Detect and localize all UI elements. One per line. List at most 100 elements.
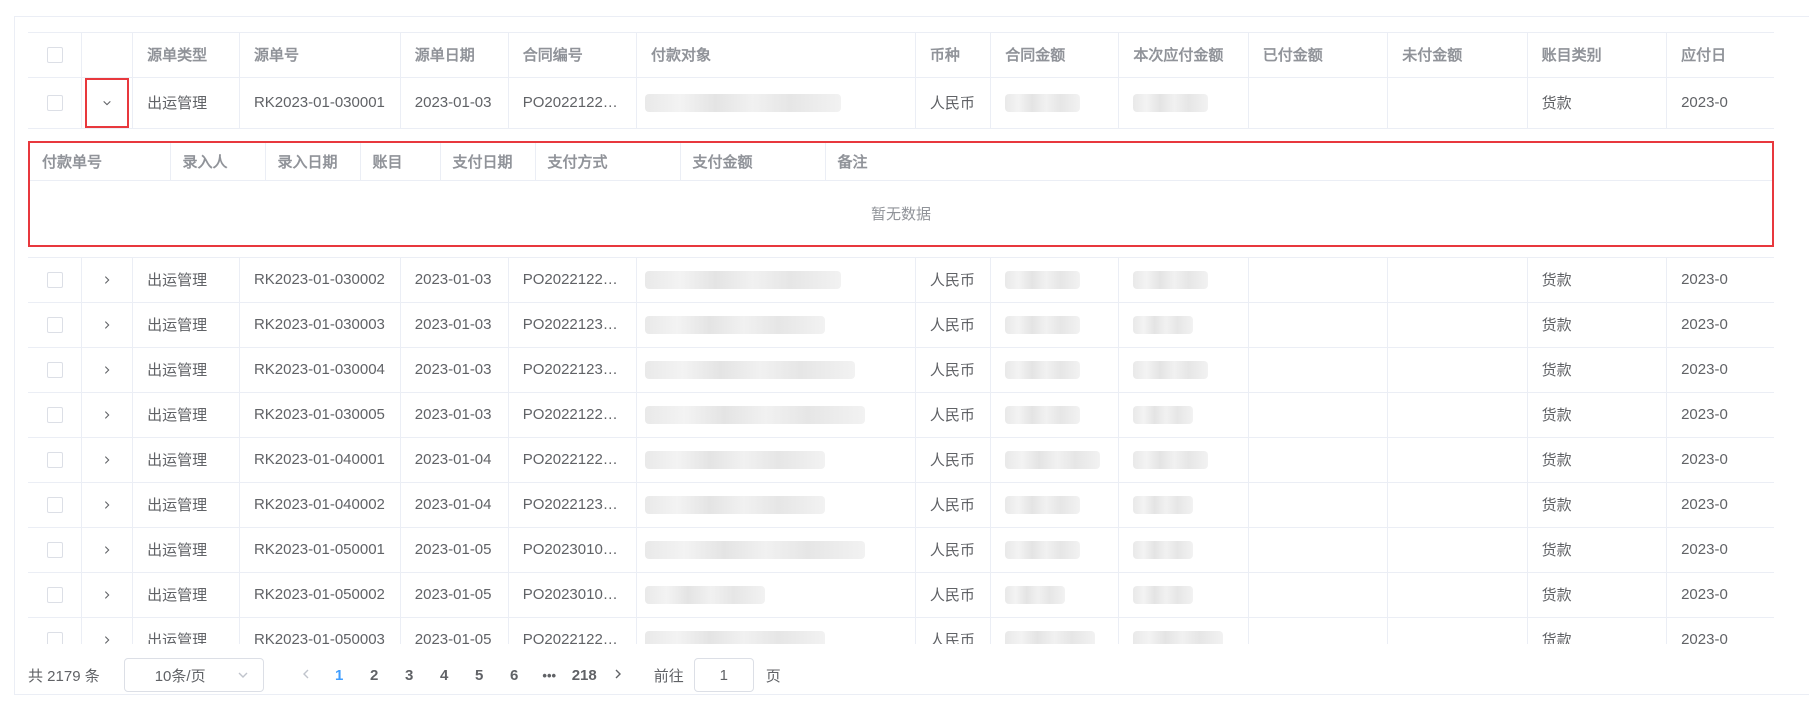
col-header[interactable]: 币种 [915,33,992,78]
redacted-value [644,450,825,469]
cell-contract-amount [990,77,1120,129]
cell-contract-no: PO2022122… [508,437,637,483]
row-expand-toggle[interactable] [81,437,134,483]
row-checkbox[interactable] [28,302,83,348]
row-expand-toggle[interactable] [81,77,134,129]
payment-detail-panel: 付款单号 录入人 录入日期 账目 支付日期 支付方式 支付金额 备注 暂无数据 [28,140,1774,247]
table-row[interactable]: 出运管理 RK2023-01-040001 2023-01-04 PO2022122…… [28,437,1774,483]
cell-contract-no: PO2023010… [508,572,637,618]
row-expand-toggle[interactable] [81,617,134,644]
cell-source-type: 出运管理 [132,392,240,438]
page-size-value: 10条/页 [154,667,206,685]
table-row[interactable]: 出运管理 RK2023-01-030005 2023-01-03 PO2022122…… [28,392,1774,438]
page-number[interactable]: 2 [357,667,392,684]
expand-highlight[interactable] [85,77,130,127]
cell-source-type: 出运管理 [132,257,240,303]
select-all-checkbox[interactable] [28,33,83,78]
table-row[interactable]: 出运管理 RK2023-01-030002 2023-01-03 PO2022122…… [28,257,1774,303]
cell-account-category: 货款 [1527,257,1668,303]
page-number[interactable]: 3 [392,667,427,684]
table-row[interactable]: 出运管理 RK2023-01-050001 2023-01-05 PO2023010…… [28,527,1774,573]
cell-due-date: 2023-0 [1666,77,1774,129]
detail-col-header[interactable]: 支付方式 [535,142,681,181]
row-checkbox[interactable] [28,257,83,303]
table-row[interactable]: 出运管理 RK2023-01-030004 2023-01-03 PO2022123…… [28,347,1774,393]
cell-account-category: 货款 [1527,392,1668,438]
cell-due-date: 2023-0 [1666,257,1774,303]
page-number[interactable]: 4 [427,667,462,684]
col-header[interactable]: 未付金额 [1387,33,1528,78]
detail-col-header[interactable]: 支付日期 [440,142,536,181]
col-header[interactable]: 账目类别 [1527,33,1668,78]
cell-payable-amount [1118,257,1249,303]
cell-paid-amount [1248,437,1389,483]
row-expand-toggle[interactable] [81,482,134,528]
detail-col-header[interactable]: 付款单号 [30,142,171,181]
col-header[interactable]: 已付金额 [1248,33,1389,78]
cell-contract-no: PO2023010… [508,527,637,573]
detail-col-header[interactable]: 录入日期 [265,142,361,181]
row-expand-toggle[interactable] [81,347,134,393]
page-number[interactable]: 6 [497,667,532,684]
next-page-button[interactable] [602,667,634,684]
redacted-value [644,93,841,112]
cell-payee [636,257,916,303]
row-checkbox[interactable] [28,392,83,438]
detail-col-header[interactable]: 账目 [360,142,441,181]
col-header[interactable]: 付款对象 [636,33,916,78]
col-header[interactable]: 应付日 [1666,33,1774,78]
col-header[interactable]: 合同编号 [508,33,637,78]
page-size-select[interactable]: 10条/页 [123,658,264,692]
col-header[interactable]: 本次应付金额 [1118,33,1249,78]
table-row[interactable]: 出运管理 RK2023-01-030003 2023-01-03 PO2022123…… [28,302,1774,348]
row-expand-toggle[interactable] [81,257,134,303]
prev-page-button[interactable] [290,667,322,684]
cell-contract-amount [990,527,1120,573]
goto-page-input[interactable] [693,658,754,692]
row-checkbox[interactable] [28,482,83,528]
col-header[interactable]: 源单类型 [132,33,240,78]
detail-col-header[interactable]: 录入人 [170,142,266,181]
cell-source-no: RK2023-01-030003 [239,302,401,348]
detail-col-header[interactable]: 备注 [825,142,1772,181]
row-checkbox[interactable] [28,77,83,129]
page-number[interactable]: 5 [462,667,497,684]
table-row[interactable]: 出运管理 RK2023-01-050003 2023-01-05 PO2022122…… [28,617,1774,644]
row-checkbox[interactable] [28,347,83,393]
row-checkbox[interactable] [28,617,83,644]
detail-col-header[interactable]: 支付金额 [680,142,826,181]
row-expand-toggle[interactable] [81,392,134,438]
cell-source-date: 2023-01-05 [400,617,509,644]
table-row[interactable]: 出运管理 RK2023-01-040002 2023-01-04 PO2022123…… [28,482,1774,528]
row-expand-toggle[interactable] [81,527,134,573]
row-expand-toggle[interactable] [81,302,134,348]
page-number[interactable]: 1 [322,667,357,684]
cell-source-type: 出运管理 [132,527,240,573]
col-header[interactable]: 合同金额 [990,33,1120,78]
cell-due-date: 2023-0 [1666,617,1774,644]
page-ellipsis[interactable]: ••• [532,668,567,683]
cell-paid-amount [1248,572,1389,618]
table-row[interactable]: 出运管理 RK2023-01-030001 2023-01-03 PO2022122…… [28,77,1774,129]
redacted-value [1005,93,1081,112]
cell-unpaid-amount [1387,572,1528,618]
redacted-value [1133,540,1194,559]
col-header[interactable]: 源单日期 [400,33,509,78]
table-row[interactable]: 出运管理 RK2023-01-050002 2023-01-05 PO2023010…… [28,572,1774,618]
col-header[interactable]: 源单号 [239,33,401,78]
cell-currency: 人民币 [915,527,992,573]
cell-unpaid-amount [1387,347,1528,393]
redacted-value [1005,585,1066,604]
cell-source-date: 2023-01-03 [400,77,509,129]
row-checkbox[interactable] [28,527,83,573]
cell-payable-amount [1118,347,1249,393]
page-last[interactable]: 218 [567,667,602,684]
page-suffix: 页 [765,667,781,685]
row-checkbox[interactable] [28,437,83,483]
payable-table: 源单类型 源单号 源单日期 合同编号 付款对象 币种 合同金额 本次应付金额 已… [28,32,1774,644]
cell-source-no: RK2023-01-050002 [239,572,401,618]
row-checkbox[interactable] [28,572,83,618]
redacted-value [644,495,825,514]
redacted-value [1005,630,1096,644]
row-expand-toggle[interactable] [81,572,134,618]
